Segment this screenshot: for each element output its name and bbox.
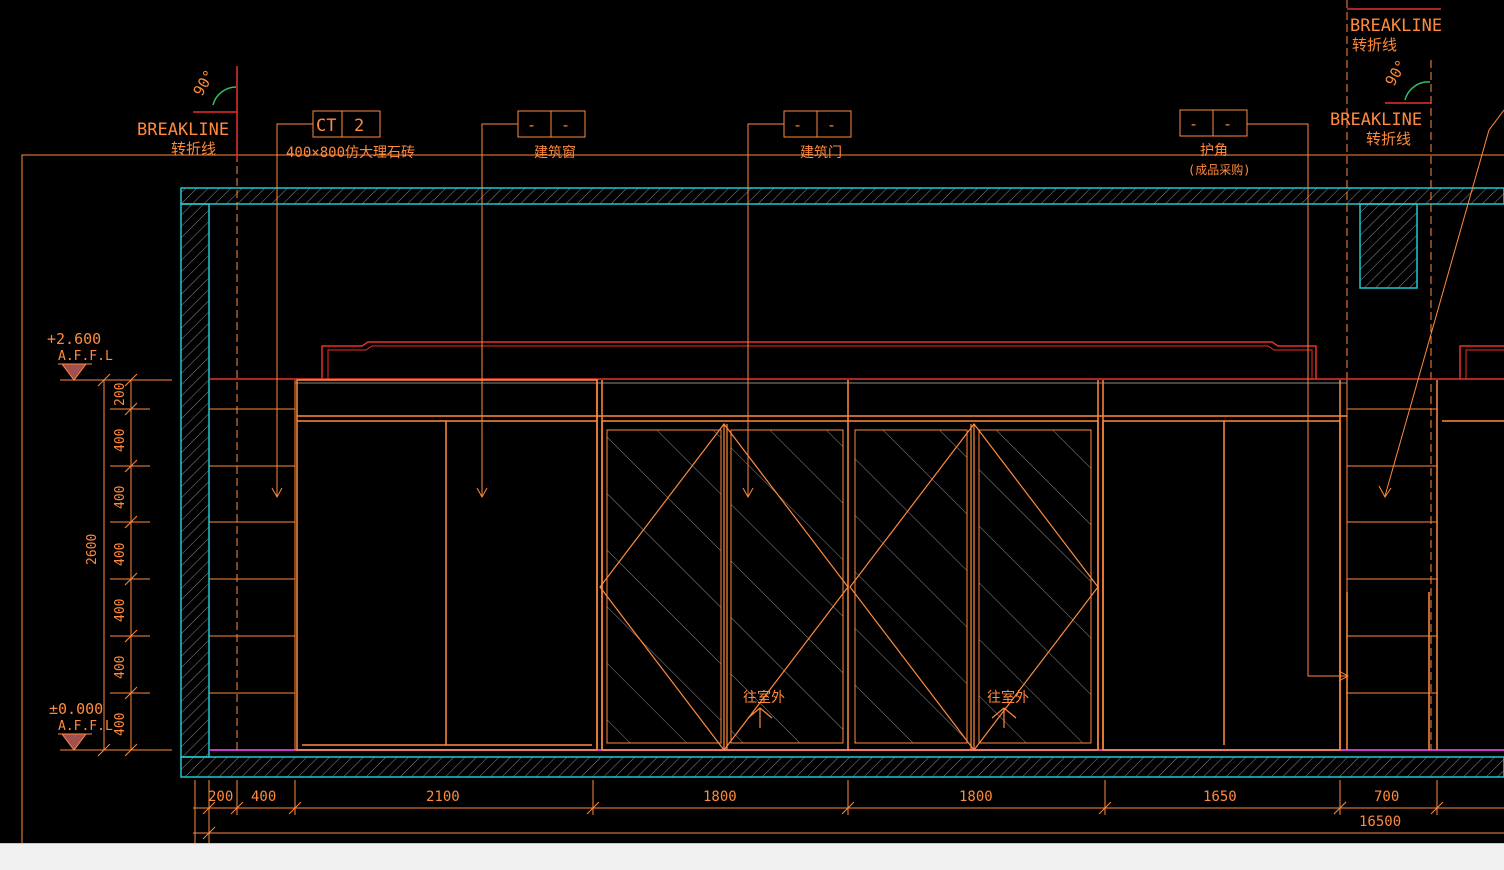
status-bar bbox=[0, 843, 1504, 870]
ceiling-slab bbox=[180, 187, 1504, 205]
left-wall bbox=[180, 203, 210, 758]
breakline-angle: 90° bbox=[190, 67, 219, 99]
tag-code-left: - bbox=[1189, 115, 1198, 133]
hdim-seg: 1800 bbox=[959, 789, 993, 805]
tag-desc: 建筑窗 bbox=[534, 144, 576, 161]
breakline-label-cn: 转折线 bbox=[1352, 36, 1397, 54]
level-value: ±0.000 bbox=[49, 700, 103, 718]
vdim-total: 2600 bbox=[85, 534, 100, 565]
tag-desc: 建筑门 bbox=[800, 145, 842, 161]
breakline-label: BREAKLINE bbox=[1330, 110, 1422, 130]
elevation-drawing: 往室外 往室外 90° BREAKLINE 转折线 90° BREAKLINE … bbox=[21, 0, 1504, 843]
level-unit: A.F.F.L bbox=[58, 349, 113, 364]
window-frame-right bbox=[1102, 420, 1341, 751]
tag-code-right: - bbox=[1223, 115, 1232, 133]
tag-code-right: - bbox=[827, 116, 836, 134]
tag-code-left: - bbox=[793, 116, 802, 134]
vdim-seg: 400 bbox=[113, 713, 128, 736]
tag-desc: 400×800仿大理石砖 bbox=[286, 145, 415, 161]
level-marker-bottom: ±0.000 A.F.F.L bbox=[49, 700, 172, 751]
floor-slab bbox=[180, 756, 1504, 778]
breakline-3: BREAKLINE 转折线 bbox=[1347, 8, 1442, 54]
hdim-seg: 700 bbox=[1374, 789, 1399, 805]
breakline-label-cn: 转折线 bbox=[171, 140, 216, 158]
vdim-seg: 400 bbox=[113, 486, 128, 509]
vdim-seg: 400 bbox=[113, 656, 128, 679]
tag-desc2: (成品采购) bbox=[1188, 162, 1250, 177]
breakline-2: 90° BREAKLINE 转折线 bbox=[1330, 57, 1431, 148]
hdim-total: 16500 bbox=[1359, 814, 1401, 830]
tag-code-left: - bbox=[527, 116, 536, 134]
vertical-dimensions: 2600 200 400 400 400 400 400 400 bbox=[85, 373, 150, 757]
breakline-label: BREAKLINE bbox=[1350, 16, 1442, 36]
vdim-seg: 200 bbox=[113, 383, 128, 406]
tag-code-right: 2 bbox=[354, 116, 364, 136]
hdim-seg: 1800 bbox=[703, 789, 737, 805]
hdim-seg: 200 bbox=[208, 789, 233, 805]
breakline-label: BREAKLINE bbox=[137, 120, 229, 140]
window-frame-left bbox=[296, 379, 598, 751]
ceiling-cornice bbox=[209, 341, 1504, 384]
tag-desc: 护角 bbox=[1200, 143, 1228, 159]
hdim-seg: 2100 bbox=[426, 789, 460, 805]
door-label-2: 往室外 bbox=[987, 689, 1029, 706]
vdim-seg: 400 bbox=[113, 599, 128, 622]
door-label-1: 往室外 bbox=[743, 689, 785, 706]
level-unit: A.F.F.L bbox=[58, 719, 113, 734]
vdim-seg: 400 bbox=[113, 429, 128, 452]
breakline-angle: 90° bbox=[1382, 57, 1411, 89]
column-section bbox=[1359, 203, 1418, 289]
hdim-seg: 1650 bbox=[1203, 789, 1237, 805]
horizontal-dimensions: 200 400 2100 1800 1800 1650 700 16500 bbox=[193, 780, 1504, 843]
vdim-seg: 400 bbox=[113, 543, 128, 566]
level-value: +2.600 bbox=[47, 330, 101, 348]
level-marker-top: +2.600 A.F.F.L bbox=[47, 330, 172, 381]
tag-code-left: CT bbox=[316, 116, 336, 136]
tag-code-right: - bbox=[561, 116, 570, 134]
cad-drawing-canvas[interactable]: 往室外 往室外 90° BREAKLINE 转折线 90° BREAKLINE … bbox=[0, 0, 1504, 843]
hdim-seg: 400 bbox=[251, 789, 276, 805]
breakline-1: 90° BREAKLINE 转折线 bbox=[137, 66, 238, 160]
breakline-label-cn: 转折线 bbox=[1366, 130, 1411, 148]
